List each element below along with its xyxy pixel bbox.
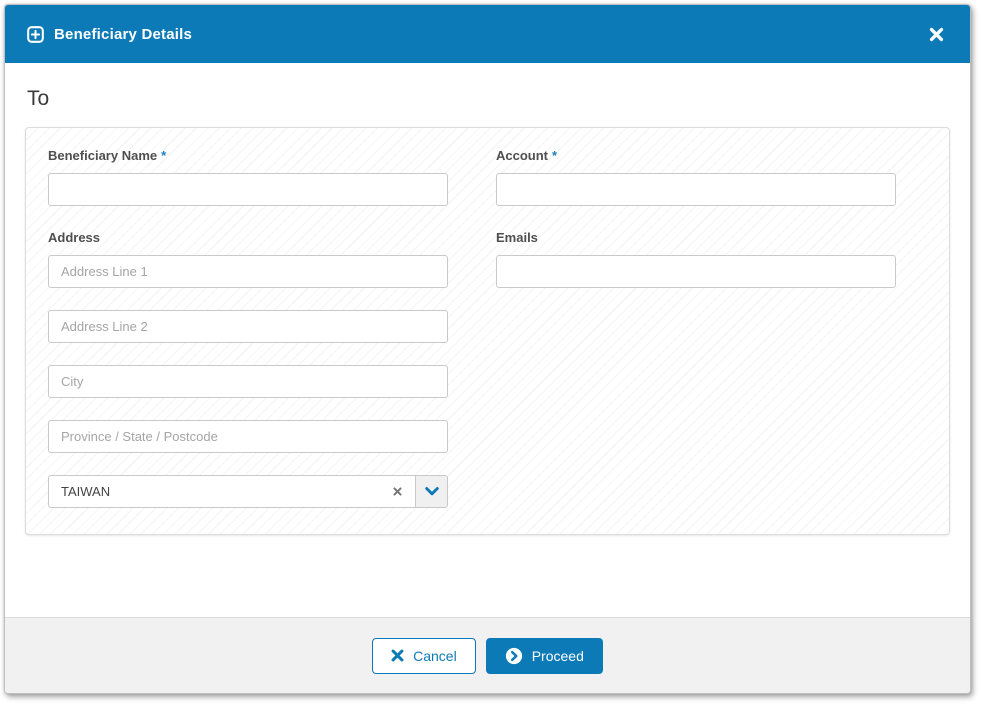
country-select[interactable]: TAIWAN bbox=[48, 475, 448, 508]
beneficiary-name-group: Beneficiary Name * bbox=[48, 148, 448, 206]
country-dropdown-toggle[interactable] bbox=[415, 476, 447, 507]
modal-header-title-group: Beneficiary Details bbox=[27, 26, 192, 43]
account-group: Account * bbox=[496, 148, 896, 206]
cancel-button-label: Cancel bbox=[413, 647, 457, 664]
account-input[interactable] bbox=[496, 173, 896, 206]
modal-header: Beneficiary Details bbox=[5, 5, 970, 63]
country-clear-button[interactable] bbox=[380, 476, 415, 507]
beneficiary-form-panel: Beneficiary Name* Address TAIWAN bbox=[25, 127, 950, 535]
required-marker: * bbox=[552, 148, 558, 163]
city-input[interactable] bbox=[48, 365, 448, 398]
emails-label: Emails bbox=[496, 230, 538, 245]
close-x-icon bbox=[929, 27, 944, 42]
proceed-button-label: Proceed bbox=[531, 647, 584, 664]
province-state-postcode-input[interactable] bbox=[48, 420, 448, 453]
proceed-button[interactable]: Proceed bbox=[485, 637, 603, 674]
cancel-button[interactable]: Cancel bbox=[372, 637, 476, 674]
account-label: Account * bbox=[496, 148, 896, 163]
plus-square-icon bbox=[27, 25, 44, 43]
country-select-value: TAIWAN bbox=[61, 484, 111, 499]
beneficiary-name-label-text: Beneficiary Name bbox=[48, 148, 158, 163]
beneficiary-name-input[interactable] bbox=[48, 173, 448, 206]
chevron-right-circle-icon bbox=[505, 647, 523, 665]
address-line1-input[interactable] bbox=[48, 255, 448, 288]
beneficiary-name-label: Beneficiary Name * bbox=[48, 148, 448, 163]
emails-input[interactable] bbox=[496, 255, 896, 288]
address-group: Address TAIWAN bbox=[48, 230, 448, 508]
chevron-down-icon bbox=[424, 487, 439, 496]
x-icon bbox=[391, 649, 404, 662]
form-left-column: Beneficiary Name* Address TAIWAN bbox=[48, 148, 448, 514]
modal-footer: Cancel Proceed bbox=[5, 617, 970, 693]
emails-group: Emails bbox=[496, 230, 896, 288]
modal-title: Beneficiary Details bbox=[54, 25, 193, 43]
clear-x-icon bbox=[393, 487, 402, 496]
account-label-text: Account bbox=[496, 148, 548, 163]
close-button[interactable] bbox=[925, 23, 948, 46]
modal-body: To Beneficiary Name* Address TAIWAN bbox=[5, 63, 970, 617]
form-right-column: Account * Emails bbox=[496, 148, 896, 514]
to-heading: To bbox=[27, 87, 50, 110]
address-line2-input[interactable] bbox=[48, 310, 448, 343]
required-marker: * bbox=[161, 148, 167, 163]
beneficiary-details-modal: Beneficiary Details To Beneficiary Name *… bbox=[4, 4, 971, 694]
address-label: Address bbox=[48, 230, 101, 245]
